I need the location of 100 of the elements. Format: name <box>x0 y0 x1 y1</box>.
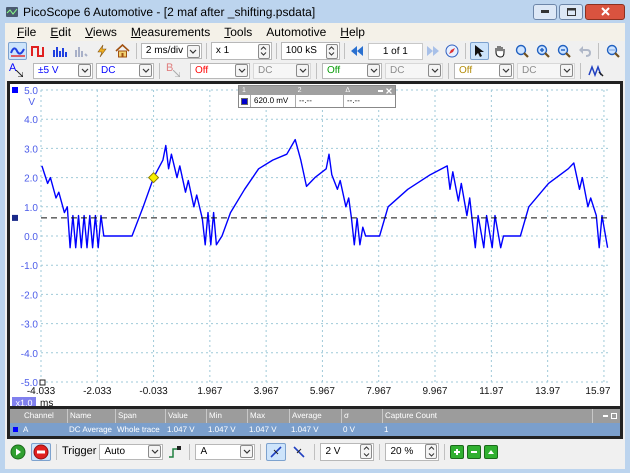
menu-item[interactable]: Edit <box>50 23 72 41</box>
threshold-spinner[interactable]: 2 V <box>320 442 374 460</box>
menu-item[interactable]: Views <box>85 23 117 41</box>
spinner-arrows-icon <box>360 444 372 459</box>
trigger-label: Trigger <box>62 444 96 460</box>
spinner-arrows-icon <box>425 444 438 459</box>
table-cell-text: 1.047 V <box>290 424 320 436</box>
pre-trigger-spinner[interactable]: 20 % <box>385 442 440 460</box>
rising-edge-button[interactable] <box>266 442 286 460</box>
close-icon <box>600 7 610 16</box>
add-button[interactable] <box>450 444 464 458</box>
minimize-button[interactable] <box>533 4 557 20</box>
ruler-value: --.-- <box>343 95 395 107</box>
corner-arrow-icon <box>16 70 24 77</box>
origin-marker-icon <box>40 380 46 386</box>
y-unit-label: V <box>28 97 35 108</box>
restore-panel-icon[interactable] <box>611 413 617 419</box>
x-unit-label: ms <box>40 398 54 406</box>
menu-item[interactable]: Measurements <box>130 23 210 41</box>
home-icon <box>114 44 130 58</box>
up-button[interactable] <box>484 444 498 458</box>
y-axis-label: -2.0 <box>20 290 38 302</box>
falling-edge-icon <box>292 444 306 458</box>
double-right-arrow-icon <box>426 45 440 57</box>
ruler-line[interactable] <box>12 214 610 221</box>
stop-button[interactable] <box>31 442 51 460</box>
channel-marker-icon <box>12 87 18 93</box>
magnifier-icon <box>606 44 620 58</box>
dropdown-caret-icon <box>560 64 573 77</box>
x-axis-label: 7.967 <box>366 386 392 397</box>
dropdown-caret-icon <box>428 64 441 77</box>
scope-mode-button[interactable] <box>8 42 28 60</box>
table-cell-text: 1 <box>383 424 390 436</box>
square-wave-icon <box>30 44 47 58</box>
dropdown-caret-icon <box>499 64 512 77</box>
table-cell-text: A <box>22 424 30 436</box>
window-title: PicoScope 6 Automotive - [2 maf after _shifting.psdata] <box>23 4 316 20</box>
x-axis-label: 15.97 <box>585 386 610 397</box>
app-logo-icon <box>5 4 19 18</box>
menu-item[interactable]: File <box>17 23 36 41</box>
zoom-spinner[interactable]: x 1 <box>210 42 272 60</box>
compass-button[interactable] <box>444 42 461 60</box>
range-dropdown[interactable]: ±5 V <box>33 62 93 78</box>
menu-item[interactable]: Tools <box>224 23 252 41</box>
hand-icon <box>493 44 508 58</box>
trigger-mode-dropdown[interactable]: Auto <box>99 444 164 460</box>
undo-icon <box>578 44 592 58</box>
minimize-panel-icon[interactable] <box>378 90 384 92</box>
remove-button[interactable] <box>467 444 482 458</box>
menu-item[interactable]: Help <box>340 23 365 41</box>
table-cell-text: 1.047 V <box>207 424 237 436</box>
y-axis-label: 4.0 <box>24 115 38 126</box>
plus-icon <box>453 448 462 456</box>
pointer-tool-button[interactable] <box>470 42 489 60</box>
rising-edge-icon <box>269 444 284 458</box>
channel-color-icon <box>241 98 248 104</box>
trigger-source-dropdown[interactable]: A <box>195 444 256 460</box>
wave-arrow-icon <box>588 64 604 76</box>
buffer-field[interactable]: 1 of 1 <box>368 42 423 60</box>
close-button[interactable] <box>585 4 625 20</box>
start-button[interactable] <box>8 442 28 460</box>
magnifier-icon <box>514 44 529 58</box>
ruler-value: 620.0 mV <box>250 95 295 107</box>
x-axis-label: 13.97 <box>535 386 560 397</box>
table-cell-text: 1.047 V <box>166 424 196 436</box>
step-icon <box>168 444 182 458</box>
y-axis-label: 1.0 <box>24 202 38 214</box>
y-axis-label: 0.0 <box>24 232 38 243</box>
dropdown-caret-icon <box>367 64 380 77</box>
spinner-arrows-icon <box>258 44 270 58</box>
home-button[interactable] <box>113 42 132 60</box>
y-axis-label: 5.0 <box>24 86 38 97</box>
samples-spinner[interactable]: 100 kS <box>280 42 340 60</box>
range-dropdown[interactable]: Off <box>190 62 250 78</box>
maximize-button[interactable] <box>559 4 583 20</box>
coupling-dropdown[interactable]: DC <box>96 62 154 78</box>
table-cell-text: Whole trace <box>116 424 161 436</box>
y-axis-label: -3.0 <box>20 320 38 331</box>
y-axis-label: 3.0 <box>24 144 38 156</box>
x-axis-label: 11.97 <box>479 386 504 397</box>
range-dropdown[interactable]: Off <box>322 62 382 78</box>
zoom-badge: x1.0 <box>12 397 36 406</box>
bar-chart-icon <box>52 44 68 58</box>
compass-icon <box>445 44 460 58</box>
x-axis-label: -4.033 <box>26 386 56 397</box>
minimize-icon <box>541 10 549 13</box>
dropdown-caret-icon <box>139 64 152 77</box>
menu-item[interactable]: Automotive <box>266 23 326 41</box>
timebase-dropdown[interactable]: 2 ms/div <box>140 43 202 59</box>
table-cell-text: 0 V <box>342 424 356 436</box>
zoom-out-icon <box>556 44 571 58</box>
x-axis-label: 5.967 <box>310 386 335 397</box>
dropdown-caret-icon <box>78 64 91 77</box>
trigger-marker-icon[interactable] <box>148 172 160 184</box>
channel-options-button[interactable]: A <box>8 62 30 79</box>
lightning-icon <box>94 44 109 58</box>
y-axis-label: -1.0 <box>20 261 38 272</box>
x-axis-label: 3.967 <box>254 386 279 397</box>
bars-icon <box>74 44 88 58</box>
close-panel-icon[interactable] <box>386 88 392 94</box>
